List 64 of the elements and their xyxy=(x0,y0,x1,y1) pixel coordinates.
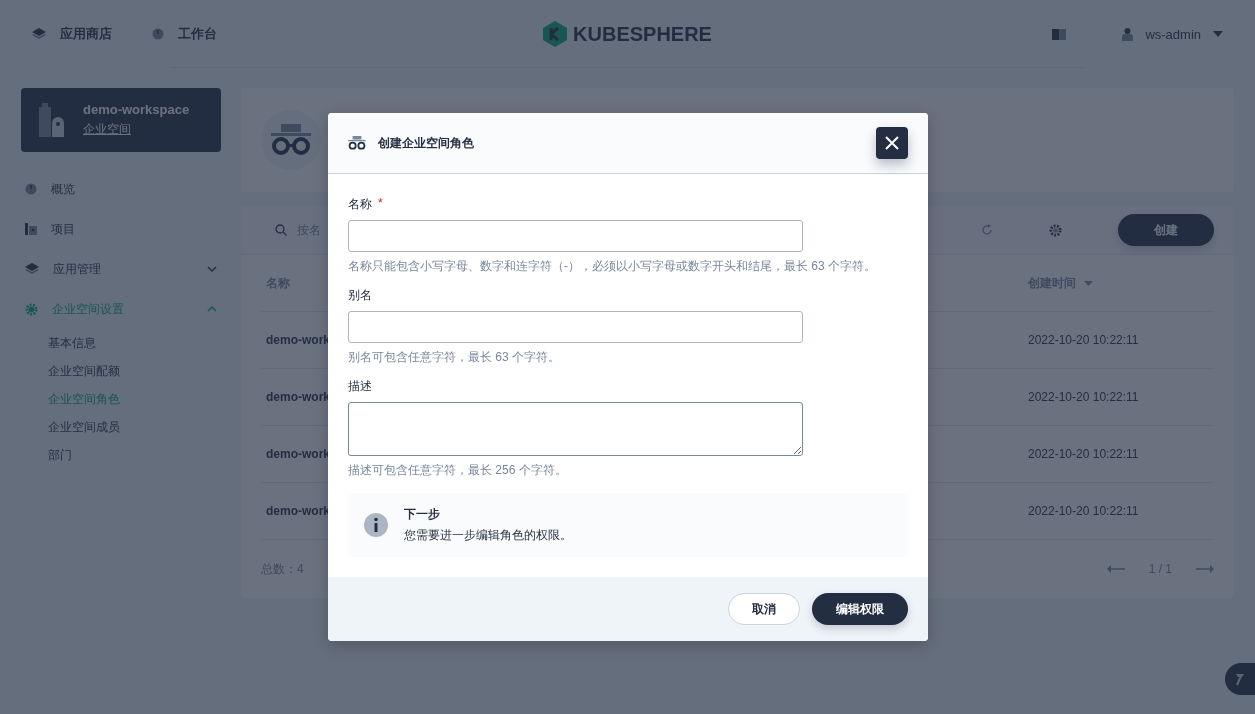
field-label: 别名 xyxy=(348,287,372,304)
sidebar-subitem[interactable]: 基本信息 xyxy=(21,329,221,357)
edit-permissions-button[interactable]: 编辑权限 xyxy=(812,593,908,625)
info-icon xyxy=(364,513,388,537)
sidebar-subitem[interactable]: 部门 xyxy=(21,441,221,469)
project-icon xyxy=(25,223,37,235)
search-icon xyxy=(275,224,287,236)
logo[interactable]: KUBESPHERE xyxy=(543,21,712,47)
sidebar-item[interactable]: 应用管理 xyxy=(21,249,221,289)
table-cell: demo-work xyxy=(266,504,330,518)
sidebar-subitem[interactable]: 企业空间成员 xyxy=(21,413,221,441)
table-cell-text: 2022-10-20 10:22:11 xyxy=(1028,390,1140,404)
table-cell-text: 2022-10-20 10:22:11 xyxy=(1028,504,1140,518)
dashboard-icon xyxy=(25,183,37,195)
caret-down-icon xyxy=(1213,31,1223,37)
workspace-type: 企业空间 xyxy=(83,121,132,138)
sidebar-subitem[interactable]: 企业空间角色 xyxy=(21,385,221,413)
sidebar-item[interactable]: 企业空间设置 xyxy=(21,289,221,329)
sidebar-item[interactable]: 项目 xyxy=(21,209,221,249)
input-field[interactable] xyxy=(348,311,803,343)
field-hint: 描述可包含任意字符，最长 256 个字符。 xyxy=(348,462,567,479)
sidebar-item[interactable]: 概览 xyxy=(21,169,221,209)
incognito-icon xyxy=(348,136,366,150)
header-nav-link[interactable]: 工作台 xyxy=(152,25,217,43)
description-field[interactable] xyxy=(348,402,803,456)
create-button[interactable]: 创建 xyxy=(1118,214,1214,246)
sidebar-subitem[interactable]: 企业空间配额 xyxy=(21,357,221,385)
close-button[interactable] xyxy=(876,127,908,159)
workspace-icon xyxy=(39,103,65,137)
table-cell: demo-work xyxy=(266,333,330,347)
settings-icon[interactable] xyxy=(1049,223,1062,237)
field-label: 描述 xyxy=(348,378,372,395)
gear-icon xyxy=(25,302,38,316)
incognito-icon xyxy=(271,124,311,156)
tools-button[interactable] xyxy=(1225,663,1255,695)
refresh-icon[interactable] xyxy=(981,224,993,236)
user-menu[interactable]: ws-admin xyxy=(1122,26,1223,42)
table-cell: demo-work xyxy=(266,390,330,404)
header-nav-link[interactable]: 应用商店 xyxy=(32,25,112,43)
table-cell-text: 2022-10-20 10:22:11 xyxy=(1028,333,1140,347)
sort-caret-icon xyxy=(1084,280,1093,286)
layers-icon xyxy=(32,28,46,40)
arrow-left-icon[interactable] xyxy=(1106,565,1125,573)
input-field[interactable] xyxy=(348,220,803,252)
field-label: 名称 xyxy=(348,196,372,213)
dialog-title: 创建企业空间角色 xyxy=(378,134,475,152)
field-hint: 名称只能包含小写字母、数字和连字符（-），必须以小写字母或数字开头和结尾，最长 63 个字符。 xyxy=(348,258,876,275)
hammer-icon xyxy=(1233,672,1247,686)
workspace-card[interactable]: demo-workspace 企业空间 xyxy=(21,88,221,152)
arrow-right-icon[interactable] xyxy=(1196,565,1214,573)
close-icon xyxy=(885,136,899,150)
notice-text: 您需要进一步编辑角色的权限。 xyxy=(404,527,572,544)
field-hint: 别名可包含任意字符，最长 63 个字符。 xyxy=(348,349,560,366)
cancel-button[interactable]: 取消 xyxy=(728,593,800,625)
required-mark: * xyxy=(378,196,383,212)
table-cell: demo-work xyxy=(266,447,330,461)
table-cell-text: 2022-10-20 10:22:11 xyxy=(1028,447,1140,461)
book-icon[interactable] xyxy=(1052,28,1067,40)
layers-icon xyxy=(25,263,39,275)
dashboard-icon xyxy=(152,28,164,40)
logo-icon xyxy=(543,21,568,47)
notice-title: 下一步 xyxy=(404,506,441,523)
user-icon xyxy=(1122,27,1134,41)
workspace-name: demo-workspace xyxy=(83,102,190,117)
